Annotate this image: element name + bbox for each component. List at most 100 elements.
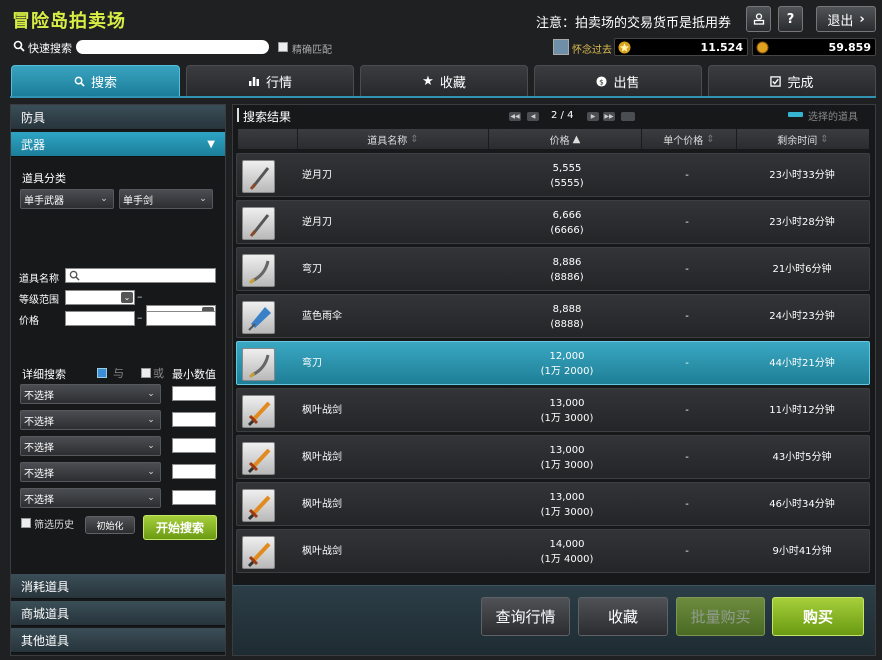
table-row-selected[interactable]: 弯刀 12,000 (1万 2000) - 44小时21分钟 (236, 341, 870, 385)
chevron-down-icon: ⌄ (100, 194, 108, 204)
detail-select-5[interactable]: 不选择 ⌄ (20, 488, 161, 508)
unit-price: - (685, 217, 689, 228)
chevron-down-icon: ⌄ (147, 493, 155, 503)
tab-favorites[interactable]: ★ 收藏 (360, 65, 528, 97)
level-min-select[interactable]: ⌄ (65, 290, 135, 305)
detail-select-4[interactable]: 不选择 ⌄ (20, 462, 161, 482)
page-extra-button[interactable] (621, 112, 635, 121)
currency-2-value: 59.859 (828, 41, 871, 54)
price-detail: (1万 3000) (540, 507, 594, 518)
min-value-input-1[interactable] (172, 386, 216, 401)
item-name-input[interactable] (65, 268, 216, 283)
item-name: 弯刀 (302, 358, 322, 369)
help-button[interactable]: ? (778, 6, 803, 32)
column-name-header[interactable]: 道具名称 ⇕ (297, 129, 488, 149)
price: 13,000 (549, 445, 585, 456)
table-row[interactable]: 枫叶战剑 13,000 (1万 3000) - 43小时5分钟 (236, 435, 870, 479)
min-value-label: 最小数值 (172, 368, 216, 381)
category-other-items[interactable]: 其他道具 (11, 628, 225, 653)
category-cash-items[interactable]: 商城道具 (11, 601, 225, 626)
time-left: 23小时33分钟 (769, 170, 835, 181)
category-weapon[interactable]: 武器 ▼ (11, 132, 225, 157)
user-name: 怀念过去 (572, 45, 612, 56)
time-left: 11小时12分钟 (769, 405, 835, 416)
start-search-button[interactable]: 开始搜索 (143, 515, 217, 540)
unit-price: - (685, 264, 689, 275)
search-icon (74, 76, 85, 87)
tab-search[interactable]: 搜索 (11, 65, 180, 97)
min-value-input-2[interactable] (172, 412, 216, 427)
favorite-button[interactable]: 收藏 (578, 597, 668, 636)
or-checkbox[interactable] (141, 368, 151, 378)
min-value-input-3[interactable] (172, 438, 216, 453)
tab-market-label: 行情 (265, 75, 292, 91)
and-checkbox[interactable] (97, 368, 107, 378)
tab-sell[interactable]: $ 出售 (534, 65, 702, 97)
column-time-label: 剩余时间 (777, 135, 818, 147)
tab-search-label: 搜索 (90, 75, 117, 91)
detail-select-1-value: 不选择 (24, 390, 54, 402)
subclass-select[interactable]: 单手剑 ⌄ (119, 189, 213, 209)
price: 6,666 (552, 210, 582, 221)
chevron-down-icon: ⌄ (147, 467, 155, 477)
time-left: 46小时34分钟 (769, 499, 835, 510)
price-detail: (1万 4000) (540, 554, 594, 565)
unit-price: - (685, 170, 689, 181)
range-dash: – (137, 290, 143, 303)
table-row[interactable]: 逆月刀 6,666 (6666) - 23小时28分钟 (236, 200, 870, 244)
detail-select-3[interactable]: 不选择 ⌄ (20, 436, 161, 456)
sort-up-icon: ▲ (572, 133, 581, 145)
currency-1-value: 11.524 (700, 41, 743, 54)
price: 14,000 (549, 539, 585, 550)
history-checkbox[interactable] (21, 518, 31, 528)
table-row[interactable]: 蓝色雨伞 8,888 (8888) - 24小时23分钟 (236, 294, 870, 338)
next-page-button[interactable]: ▶ (587, 112, 599, 121)
time-left: 21小时6分钟 (772, 264, 832, 275)
last-page-button[interactable]: ▶▶ (603, 112, 615, 121)
table-row[interactable]: 枫叶战剑 13,000 (1万 3000) - 11小时12分钟 (236, 388, 870, 432)
star-coin-icon (618, 41, 631, 54)
column-unit-price-header[interactable]: 单个价格 ⇕ (641, 129, 736, 149)
time-left: 24小时23分钟 (769, 311, 835, 322)
price-max-input[interactable] (146, 311, 216, 326)
price: 12,000 (549, 351, 585, 362)
exit-button[interactable]: 退出 › (816, 6, 876, 32)
exact-match-checkbox[interactable] (278, 42, 288, 52)
reset-button[interactable]: 初始化 (85, 516, 135, 534)
price: 8,886 (552, 257, 582, 268)
check-box-icon (770, 75, 782, 87)
column-time-header[interactable]: 剩余时间 ⇕ (736, 129, 869, 149)
tab-market[interactable]: 行情 (186, 65, 354, 97)
chart-icon (248, 77, 259, 86)
price-min-input[interactable] (65, 311, 135, 326)
quick-search-input[interactable] (76, 40, 269, 54)
column-price-header[interactable]: 价格 ▲ (488, 129, 641, 149)
bulk-buy-button[interactable]: 批量购买 (676, 597, 765, 636)
class-select[interactable]: 单手武器 ⌄ (20, 189, 114, 209)
quick-search-label: 快速搜索 (28, 42, 72, 55)
market-query-button[interactable]: 查询行情 (481, 597, 570, 636)
chevron-down-icon: ⌄ (147, 415, 155, 425)
currency-box-2: 59.859 (752, 38, 876, 56)
star-icon: ★ (422, 73, 434, 89)
column-icon-header (238, 129, 297, 149)
profile-button[interactable] (746, 6, 771, 32)
category-armor[interactable]: 防具 (11, 105, 225, 130)
first-page-button[interactable]: ◀◀ (509, 112, 521, 121)
buy-button[interactable]: 购买 (772, 597, 864, 636)
item-name: 枫叶战剑 (302, 546, 342, 557)
tab-completed[interactable]: 完成 (708, 65, 876, 97)
item-name-label: 道具名称 (19, 274, 59, 285)
category-consumables[interactable]: 消耗道具 (11, 574, 225, 599)
level-range-label: 等级范围 (19, 295, 59, 306)
min-value-input-4[interactable] (172, 464, 216, 479)
detail-select-1[interactable]: 不选择 ⌄ (20, 384, 161, 404)
table-row[interactable]: 枫叶战剑 13,000 (1万 3000) - 46小时34分钟 (236, 482, 870, 526)
min-value-input-5[interactable] (172, 490, 216, 505)
prev-page-button[interactable]: ◀ (527, 112, 539, 121)
table-row[interactable]: 弯刀 8,886 (8886) - 21小时6分钟 (236, 247, 870, 291)
table-row[interactable]: 逆月刀 5,555 (5555) - 23小时33分钟 (236, 153, 870, 197)
detail-select-2[interactable]: 不选择 ⌄ (20, 410, 161, 430)
table-row[interactable]: 枫叶战剑 14,000 (1万 4000) - 9小时41分钟 (236, 529, 870, 573)
time-left: 9小时41分钟 (772, 546, 832, 557)
